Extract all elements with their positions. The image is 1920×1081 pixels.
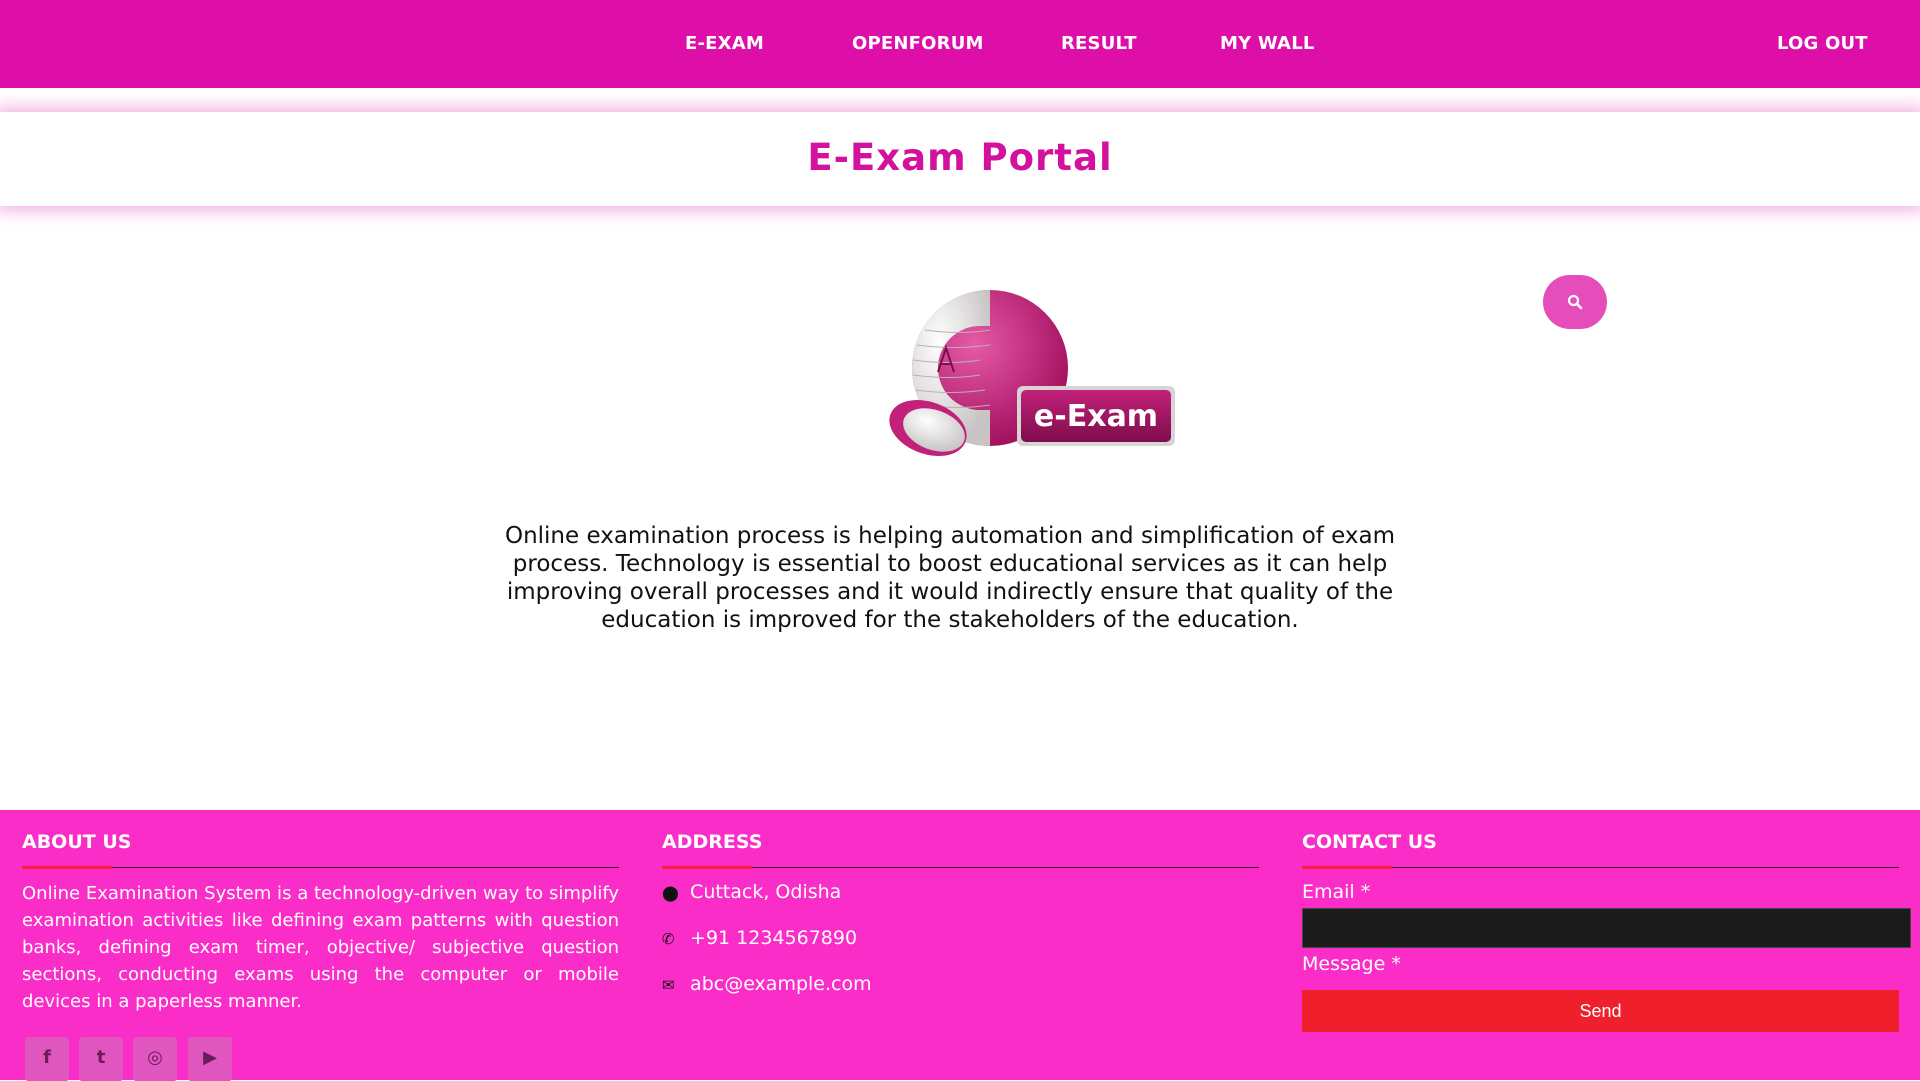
address-email: ✉ abc@example.com <box>662 973 872 995</box>
phone-icon: ✆ <box>662 930 675 948</box>
youtube-button[interactable]: ▶ <box>188 1037 232 1081</box>
search-icon <box>1567 294 1583 310</box>
logout-link[interactable]: LOG OUT <box>1777 33 1868 54</box>
message-label: Message * <box>1302 953 1401 975</box>
email-text[interactable]: abc@example.com <box>690 973 872 995</box>
twitter-icon: t <box>96 1047 106 1068</box>
email-field[interactable] <box>1302 908 1911 948</box>
envelope-icon: ✉ <box>662 976 675 994</box>
youtube-icon: ▶ <box>203 1047 217 1068</box>
address-heading: ADDRESS <box>662 831 763 853</box>
intro-paragraph: Online examination process is helping au… <box>504 523 1396 633</box>
footer: ABOUT US Online Examination System is a … <box>0 810 1920 1081</box>
facebook-button[interactable]: f <box>25 1037 69 1081</box>
facebook-icon: f <box>43 1047 51 1068</box>
divider-accent <box>662 866 752 869</box>
address-phone: ✆ +91 1234567890 <box>662 927 857 949</box>
send-button[interactable]: Send <box>1302 990 1899 1032</box>
logo-badge-text: e-Exam <box>1034 399 1158 434</box>
nav-item-e-exam[interactable]: E-EXAM <box>685 33 764 54</box>
nav-item-my-wall[interactable]: MY WALL <box>1220 33 1315 54</box>
address-location: ⬤ Cuttack, Odisha <box>662 881 841 903</box>
nav-item-openforum[interactable]: OPENFORUM <box>852 33 984 54</box>
map-marker-icon: ⬤ <box>662 884 679 902</box>
contact-heading: CONTACT US <box>1302 831 1437 853</box>
email-label: Email * <box>1302 881 1371 903</box>
about-heading: ABOUT US <box>22 831 132 853</box>
divider-accent <box>1302 866 1392 869</box>
twitter-button[interactable]: t <box>79 1037 123 1081</box>
instagram-button[interactable]: ◎ <box>133 1037 177 1081</box>
phone-text: +91 1234567890 <box>690 927 858 949</box>
instagram-icon: ◎ <box>147 1047 163 1068</box>
search-button[interactable] <box>1543 275 1607 329</box>
e-exam-logo: A+ e-Exam <box>880 290 1180 470</box>
top-nav: E-EXAM OPENFORUM RESULT MY WALL LOG OUT <box>0 0 1920 88</box>
divider-accent <box>22 866 112 869</box>
page-title: E-Exam Portal <box>807 136 1113 179</box>
nav-item-result[interactable]: RESULT <box>1061 33 1137 54</box>
location-text: Cuttack, Odisha <box>690 881 842 903</box>
about-text: Online Examination System is a technolog… <box>22 883 619 1012</box>
title-bar: E-Exam Portal <box>0 112 1920 206</box>
